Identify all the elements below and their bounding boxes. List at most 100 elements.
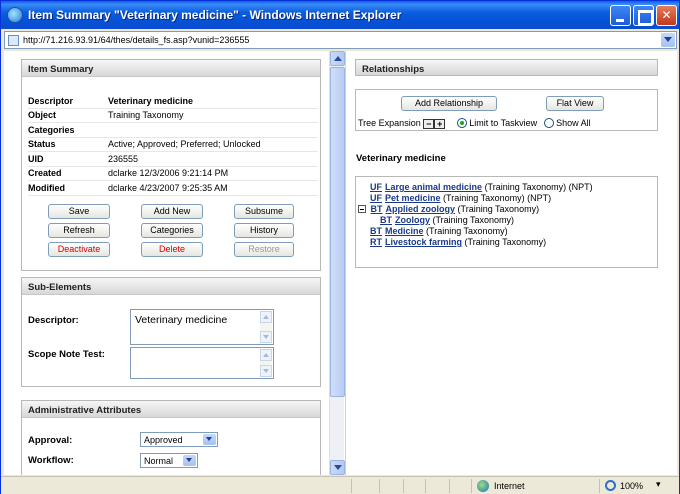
status-divider — [471, 479, 472, 493]
scroll-down-icon[interactable] — [260, 331, 272, 343]
status-value: Active; Approved; Preferred; Unlocked — [108, 139, 261, 150]
address-bar[interactable]: http://71.216.93.91/64/thes/details_fs.a… — [4, 31, 677, 49]
address-dropdown-button[interactable] — [661, 33, 675, 47]
window-title: Item Summary "Veterinary medicine" - Win… — [28, 8, 402, 22]
approval-select[interactable]: Approved — [140, 432, 218, 447]
tree-expansion-label: Tree Expansion — [358, 118, 421, 128]
flat-view-button[interactable]: Flat View — [546, 96, 604, 111]
relation-type: UF — [370, 182, 382, 192]
uid-key: UID — [28, 153, 44, 164]
relationships-header: Relationships — [355, 59, 658, 76]
page-content: Item Summary Descriptor Veterinary medic… — [4, 51, 677, 475]
deactivate-button[interactable]: Deactivate — [48, 242, 110, 257]
address-url[interactable]: http://71.216.93.91/64/thes/details_fs.a… — [23, 35, 249, 45]
relationships-header-bar: Relationships — [355, 59, 658, 77]
descriptor-scrollbar[interactable] — [260, 311, 272, 343]
categories-button[interactable]: Categories — [141, 223, 203, 238]
show-all-label: Show All — [556, 118, 591, 128]
zoom-level[interactable]: 100% — [620, 481, 643, 491]
tree-collapse-icon[interactable] — [358, 205, 366, 213]
list-item: UF Large animal medicine (Training Taxono… — [370, 182, 593, 192]
zoom-dropdown-icon[interactable]: ▾ — [656, 479, 661, 490]
scroll-up-icon[interactable] — [330, 51, 345, 66]
object-value: Training Taxonomy — [108, 110, 184, 121]
add-new-button[interactable]: Add New — [141, 204, 203, 219]
chevron-down-icon[interactable] — [183, 455, 196, 466]
related-term-link[interactable]: Large animal medicine — [385, 182, 482, 192]
ie-logo-icon — [7, 7, 23, 23]
descriptor-label: Descriptor: — [28, 315, 79, 326]
limit-to-taskview-radio[interactable] — [456, 118, 467, 128]
item-summary-table: Descriptor Veterinary medicine Object Tr… — [28, 94, 318, 196]
chevron-down-icon[interactable] — [203, 434, 216, 445]
table-row: Object Training Taxonomy — [28, 109, 318, 123]
list-item: BT Medicine (Training Taxonomy) — [370, 226, 508, 236]
scope-note-textarea[interactable] — [130, 347, 274, 379]
categories-key: Categories — [28, 124, 75, 135]
status-divider — [449, 479, 450, 493]
related-term-link[interactable]: Livestock farming — [385, 237, 462, 247]
status-divider — [425, 479, 426, 493]
item-summary-header: Item Summary — [22, 60, 320, 77]
refresh-button[interactable]: Refresh — [48, 223, 110, 238]
save-button[interactable]: Save — [48, 204, 110, 219]
close-button[interactable]: ✕ — [656, 5, 677, 26]
descriptor-text: Veterinary medicine — [135, 314, 228, 326]
descriptor-textarea[interactable]: Veterinary medicine — [130, 309, 274, 345]
list-item: BT Zoology (Training Taxonomy) — [380, 215, 514, 225]
expand-all-icon[interactable]: + — [434, 119, 446, 129]
list-item: UF Pet medicine (Training Taxonomy) (NPT) — [370, 193, 551, 203]
collapse-all-icon[interactable]: − — [423, 119, 435, 129]
scope-note-scrollbar[interactable] — [260, 349, 272, 377]
internet-zone-icon — [477, 480, 489, 492]
related-term-note: (Training Taxonomy) — [464, 237, 547, 247]
object-key: Object — [28, 110, 57, 121]
uid-value: 236555 — [108, 153, 139, 164]
scroll-up-icon[interactable] — [260, 349, 272, 361]
right-pane: Relationships Add Relationship Flat View… — [345, 51, 677, 475]
zoom-icon[interactable] — [605, 480, 616, 491]
maximize-button[interactable] — [633, 5, 654, 26]
scroll-up-icon[interactable] — [260, 311, 272, 323]
relation-type: BT — [370, 204, 383, 214]
history-button[interactable]: History — [234, 223, 294, 238]
sub-elements-header: Sub-Elements — [22, 278, 320, 295]
created-key: Created — [28, 168, 62, 179]
status-divider — [599, 479, 600, 493]
descriptor-key: Descriptor — [28, 95, 74, 106]
scroll-down-icon[interactable] — [260, 365, 272, 377]
modified-value: dclarke 4/23/2007 9:25:35 AM — [108, 182, 228, 193]
workflow-value: Normal — [144, 456, 174, 466]
add-relationship-button[interactable]: Add Relationship — [401, 96, 497, 111]
modified-key: Modified — [28, 182, 65, 193]
show-all-radio[interactable] — [543, 118, 554, 128]
related-term-link[interactable]: Applied zoology — [386, 204, 456, 214]
scope-note-label: Scope Note Test: — [28, 349, 105, 360]
related-term-link[interactable]: Medicine — [385, 226, 424, 236]
delete-button[interactable]: Delete — [141, 242, 203, 257]
scroll-thumb[interactable] — [330, 67, 345, 397]
status-divider — [379, 479, 380, 493]
table-row: UID 236555 — [28, 152, 318, 167]
left-pane: Item Summary Descriptor Veterinary medic… — [4, 51, 329, 475]
related-term-link[interactable]: Pet medicine — [385, 193, 441, 203]
approval-label: Approval: — [28, 435, 73, 446]
workflow-label: Workflow: — [28, 455, 74, 466]
admin-attributes-header: Administrative Attributes — [22, 401, 320, 418]
scroll-down-icon[interactable] — [330, 460, 345, 475]
limit-to-taskview-label: Limit to Taskview — [469, 118, 538, 128]
related-term-note: (Training Taxonomy) — [432, 215, 515, 225]
related-term-link[interactable]: Zoology — [395, 215, 430, 225]
list-item: RT Livestock farming (Training Taxonomy) — [370, 237, 546, 247]
left-pane-scrollbar[interactable] — [329, 51, 345, 475]
page-icon — [8, 35, 19, 46]
relation-type: UF — [370, 193, 382, 203]
subsume-button[interactable]: Subsume — [234, 204, 294, 219]
security-zone-label: Internet — [494, 481, 525, 491]
minimize-button[interactable] — [610, 5, 631, 26]
status-divider — [351, 479, 352, 493]
table-row: Status Active; Approved; Preferred; Unlo… — [28, 138, 318, 152]
title-bar[interactable]: Item Summary "Veterinary medicine" - Win… — [1, 1, 679, 29]
restore-button: Restore — [234, 242, 294, 257]
workflow-select[interactable]: Normal — [140, 453, 198, 468]
